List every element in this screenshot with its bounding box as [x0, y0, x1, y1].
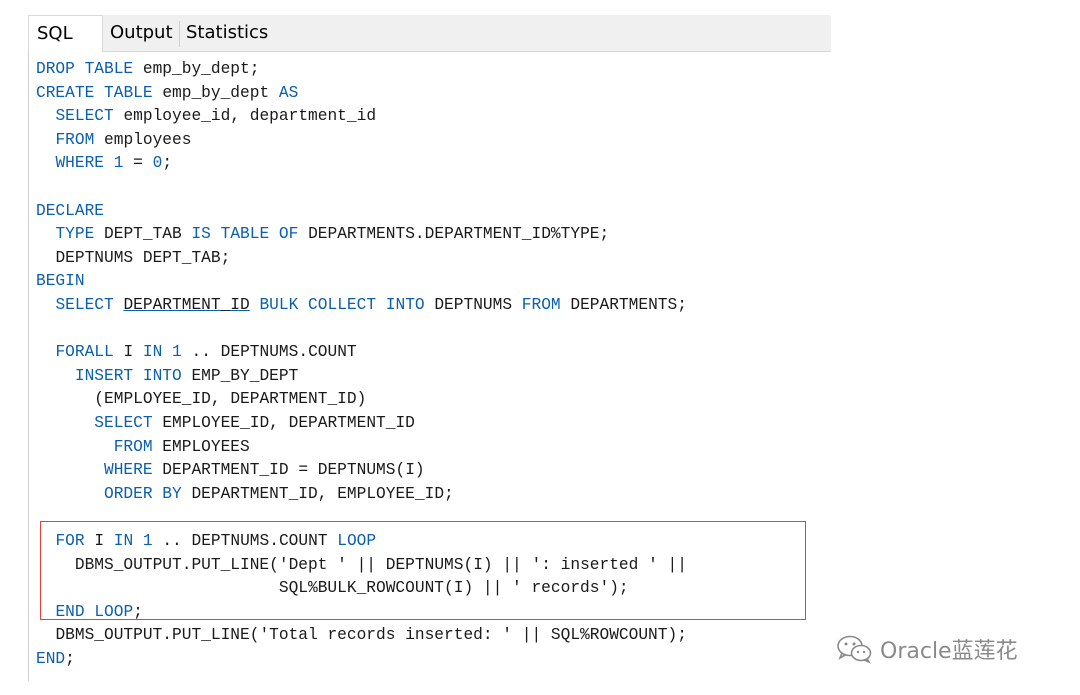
- code-line: WHERE 1 = 0;: [55, 154, 173, 173]
- code-line: SELECT employee_id, department_id: [55, 107, 377, 126]
- code-line: END;: [36, 650, 75, 668]
- editor-left-border: [28, 51, 29, 681]
- tab-sql[interactable]: SQL: [28, 15, 103, 52]
- code-line: WHERE DEPARTMENT_ID = DEPTNUMS(I): [104, 461, 425, 480]
- tab-output[interactable]: Output: [103, 15, 179, 51]
- tab-statistics[interactable]: Statistics: [179, 15, 268, 51]
- code-line: FORALL I IN 1 .. DEPTNUMS.COUNT: [55, 343, 357, 362]
- editor-tab-bar: SQL Output Statistics: [28, 15, 831, 52]
- code-line: BEGIN: [36, 272, 85, 291]
- watermark-text: Oracle蓝莲花: [880, 639, 1018, 664]
- code-line: (EMPLOYEE_ID, DEPARTMENT_ID): [94, 390, 367, 409]
- code-line: INSERT INTO EMP_BY_DEPT: [74, 366, 299, 385]
- code-line: CREATE TABLE emp_by_dept AS: [36, 83, 299, 102]
- code-line: DBMS_OUTPUT.PUT_LINE('Total records inse…: [55, 626, 687, 645]
- code-line: SELECT EMPLOYEE_ID, DEPARTMENT_ID: [94, 414, 415, 432]
- watermark: Oracle蓝莲花: [836, 634, 1018, 664]
- code-line: DECLARE: [36, 201, 104, 220]
- code-line: FROM employees: [55, 130, 192, 149]
- code-line: DEPTNUMS DEPT_TAB;: [55, 248, 231, 267]
- code-line: DROP TABLE emp_by_dept;: [36, 60, 260, 78]
- code-line: FROM EMPLOYEES: [113, 437, 250, 456]
- highlight-box: [40, 521, 806, 620]
- code-line: ORDER BY DEPARTMENT_ID, EMPLOYEE_ID;: [104, 484, 454, 503]
- wechat-icon: [837, 635, 872, 664]
- code-line: TYPE DEPT_TAB IS TABLE OF DEPARTMENTS.DE…: [55, 225, 610, 244]
- code-line: SELECT DEPARTMENT_ID BULK COLLECT INTO D…: [55, 296, 687, 314]
